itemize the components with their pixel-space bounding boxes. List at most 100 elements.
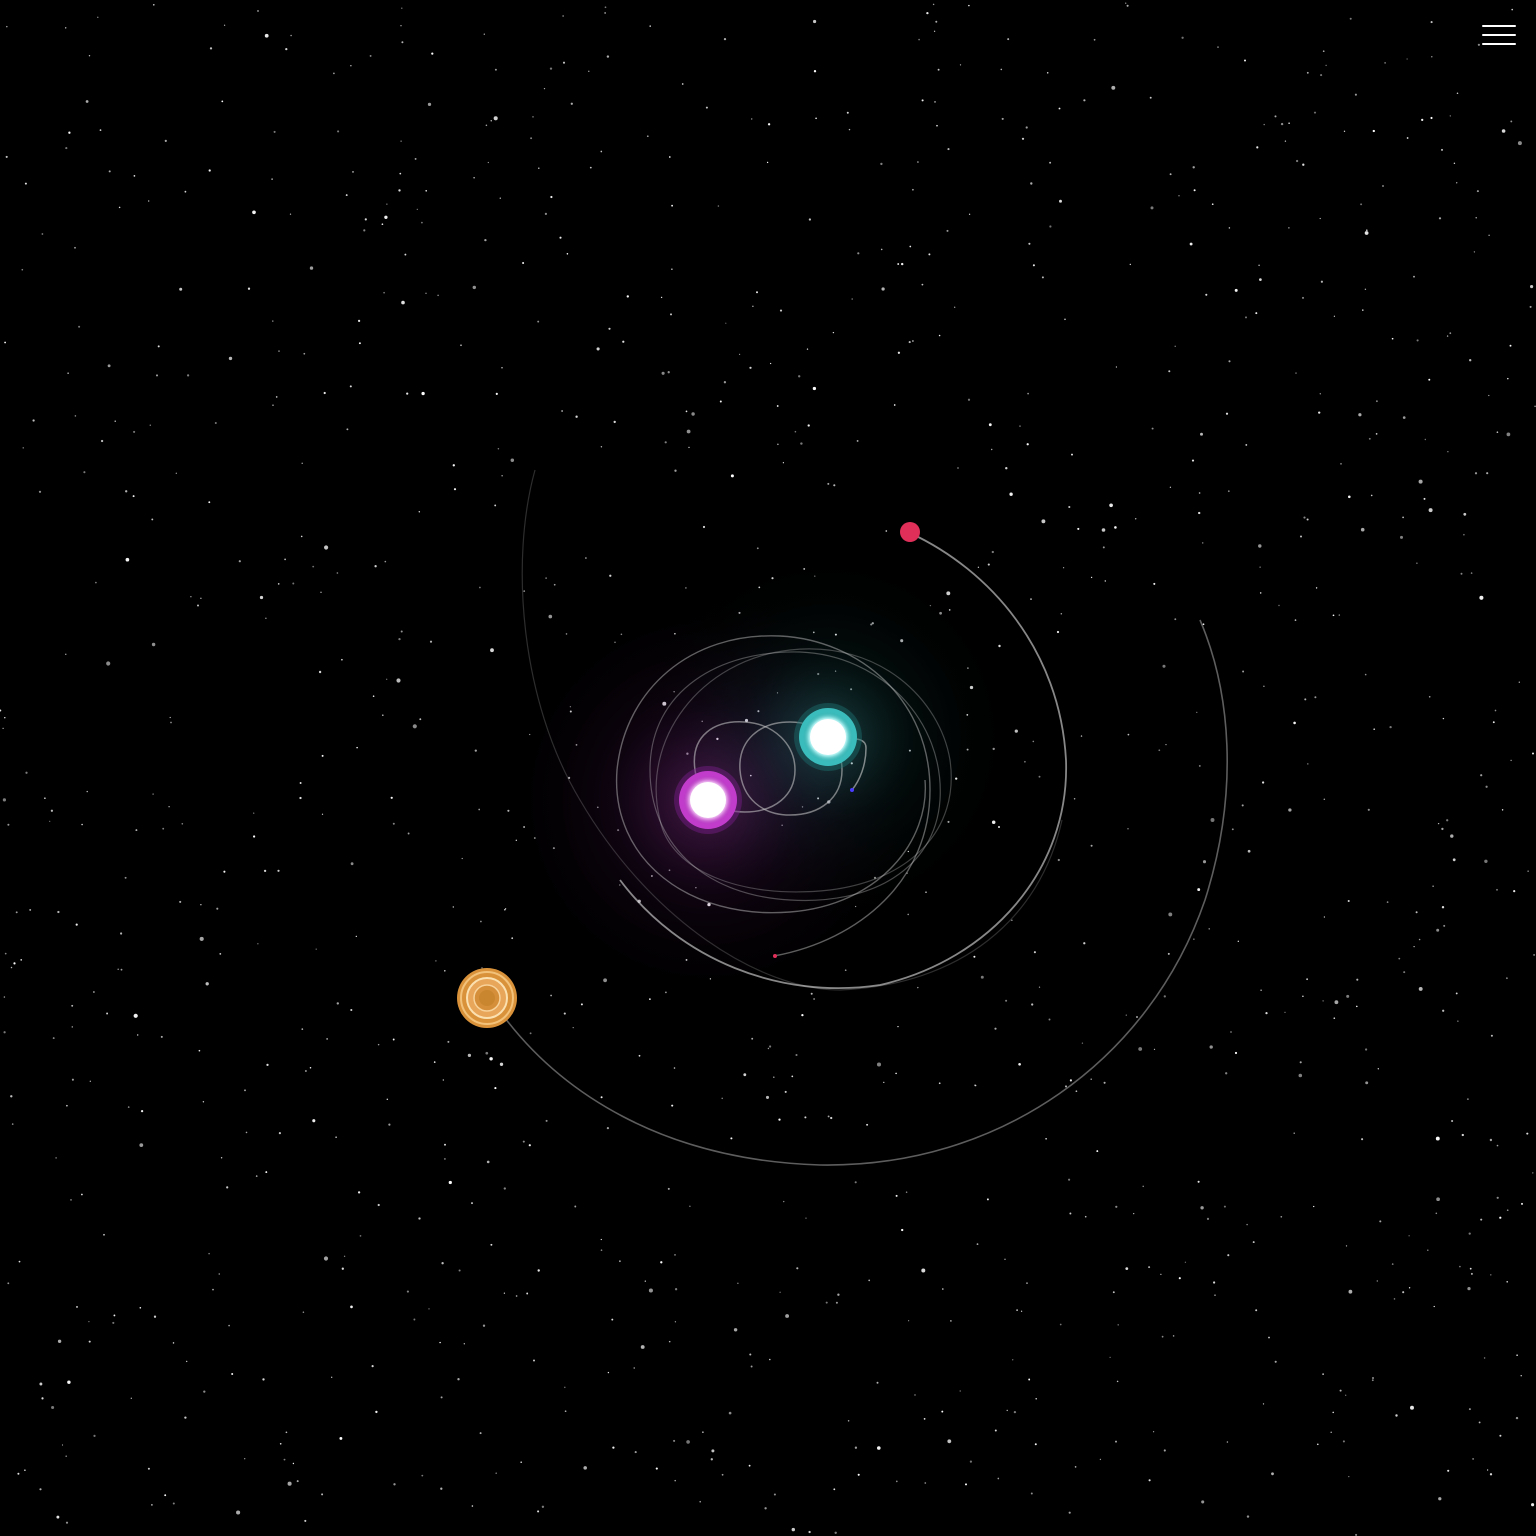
- background-star: [428, 1308, 430, 1310]
- background-star: [490, 648, 494, 653]
- background-star: [393, 1483, 396, 1486]
- background-star: [909, 245, 912, 248]
- background-star: [1112, 1291, 1115, 1294]
- background-star: [1509, 344, 1512, 347]
- background-star: [1302, 163, 1305, 166]
- magenta-sun[interactable]: [674, 766, 742, 834]
- background-star: [833, 1488, 836, 1491]
- background-star: [1506, 1209, 1509, 1212]
- background-star: [689, 1205, 691, 1207]
- background-star: [494, 504, 497, 507]
- background-star: [833, 484, 836, 487]
- background-star: [1056, 630, 1060, 634]
- background-star: [164, 1494, 167, 1497]
- background-star: [1198, 511, 1201, 515]
- background-star: [1345, 1394, 1347, 1396]
- background-star: [791, 1527, 795, 1532]
- background-star: [897, 351, 901, 354]
- background-star: [1430, 116, 1433, 120]
- background-star: [425, 292, 427, 294]
- background-star: [1334, 1000, 1339, 1005]
- background-star: [435, 960, 437, 962]
- background-star: [1349, 17, 1352, 20]
- background-star: [723, 381, 727, 384]
- background-star: [1452, 858, 1456, 862]
- background-star: [1479, 595, 1484, 600]
- background-star: [1242, 670, 1245, 673]
- background-star: [485, 124, 488, 127]
- simulation-canvas[interactable]: [0, 0, 1536, 1536]
- background-star: [125, 557, 130, 562]
- background-star: [198, 1049, 201, 1052]
- background-star: [876, 1062, 882, 1067]
- background-star: [1241, 804, 1244, 807]
- background-star: [908, 1320, 910, 1322]
- hamburger-menu-icon[interactable]: [1474, 18, 1524, 54]
- background-star: [2, 727, 4, 730]
- background-star: [997, 1477, 1000, 1480]
- background-star: [103, 1233, 105, 1236]
- background-star: [1447, 1469, 1450, 1472]
- background-star: [1125, 1267, 1129, 1270]
- background-star: [336, 572, 339, 574]
- background-star: [448, 1180, 452, 1185]
- background-star: [474, 749, 477, 752]
- background-star: [671, 204, 673, 207]
- background-star: [640, 1345, 645, 1349]
- background-star: [895, 1072, 897, 1075]
- background-star: [1437, 822, 1440, 825]
- background-star: [1261, 781, 1265, 784]
- background-star: [600, 1096, 603, 1099]
- background-star: [212, 1288, 214, 1291]
- cyan-sun[interactable]: [794, 703, 862, 771]
- background-star: [1288, 122, 1290, 124]
- background-star: [1361, 1138, 1364, 1141]
- background-star: [1507, 377, 1509, 380]
- background-star: [10, 1095, 13, 1098]
- background-star: [1532, 1172, 1534, 1174]
- background-star: [857, 1473, 860, 1476]
- background-star: [1284, 140, 1287, 142]
- background-star: [3, 1031, 6, 1034]
- background-star: [796, 1267, 799, 1270]
- background-star: [1506, 1280, 1509, 1283]
- background-star: [1521, 1202, 1523, 1205]
- background-star: [1415, 911, 1418, 914]
- background-star: [686, 1440, 690, 1444]
- background-star: [881, 287, 885, 291]
- background-star: [257, 943, 259, 945]
- background-star: [350, 1008, 353, 1012]
- background-star: [752, 305, 754, 307]
- ringed-planet-core: [479, 990, 495, 1006]
- background-star: [767, 123, 771, 126]
- background-star: [1451, 1119, 1454, 1123]
- background-star: [510, 458, 515, 462]
- background-star: [299, 796, 302, 800]
- background-star: [88, 1340, 91, 1343]
- background-star: [71, 1026, 74, 1028]
- menu-bar-top: [1482, 25, 1516, 27]
- background-star: [564, 1410, 567, 1413]
- red-planet[interactable]: [900, 522, 920, 542]
- background-star: [292, 1462, 295, 1465]
- background-star: [1472, 1457, 1475, 1460]
- background-star: [847, 1420, 850, 1422]
- background-star: [190, 595, 192, 598]
- background-star: [221, 100, 224, 103]
- background-star: [669, 313, 673, 316]
- ringed-planet[interactable]: [457, 968, 517, 1028]
- background-star: [1295, 159, 1299, 163]
- background-star: [32, 419, 35, 422]
- background-star: [1480, 1218, 1483, 1221]
- background-star: [1184, 1261, 1187, 1263]
- background-star: [136, 1034, 139, 1036]
- background-star: [1476, 190, 1479, 193]
- background-star: [959, 1390, 961, 1392]
- background-star: [74, 415, 77, 417]
- background-star: [1200, 1206, 1204, 1210]
- background-star: [245, 1131, 248, 1134]
- background-star: [81, 823, 83, 826]
- background-star: [24, 1469, 26, 1472]
- background-star: [358, 342, 361, 345]
- background-star: [447, 1040, 450, 1043]
